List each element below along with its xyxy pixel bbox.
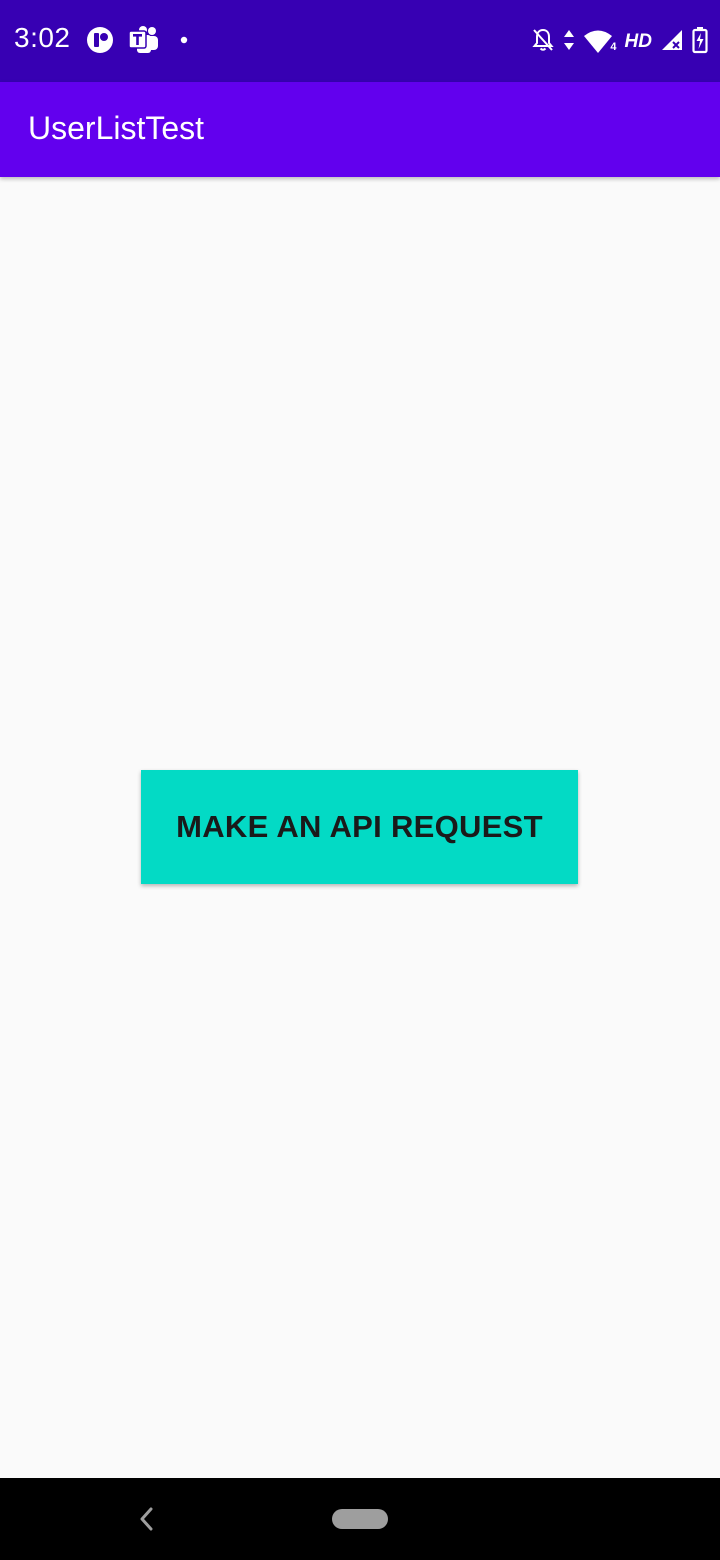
dot-icon — [174, 30, 194, 55]
bell-off-icon — [531, 27, 555, 58]
app-screen: 3:02 4 HD UserListTest MAKE AN API REQUE… — [0, 0, 720, 1560]
navigation-bar — [0, 1478, 720, 1560]
app-title: UserListTest — [28, 110, 205, 146]
wifi-badge: 4 — [610, 41, 617, 53]
network-hd-label: HD — [624, 31, 652, 52]
status-time: 3:02 — [14, 22, 71, 53]
home-pill-icon[interactable] — [332, 1509, 388, 1529]
status-bar: 3:02 4 HD — [0, 0, 720, 82]
battery-charging-icon — [692, 26, 708, 59]
status-right-icons: 4 HD — [531, 26, 708, 58]
signal-icon — [660, 28, 684, 57]
status-left-icons — [86, 25, 194, 60]
data-arrows-icon — [563, 28, 575, 57]
teams-icon — [128, 25, 160, 60]
make-api-request-button[interactable]: MAKE AN API REQUEST — [141, 770, 578, 884]
wifi-icon: 4 — [583, 29, 617, 55]
rounded-r-app-icon — [86, 26, 114, 59]
make-api-request-label: MAKE AN API REQUEST — [176, 809, 543, 844]
app-bar: UserListTest — [0, 82, 720, 177]
back-icon[interactable] — [134, 1505, 160, 1533]
